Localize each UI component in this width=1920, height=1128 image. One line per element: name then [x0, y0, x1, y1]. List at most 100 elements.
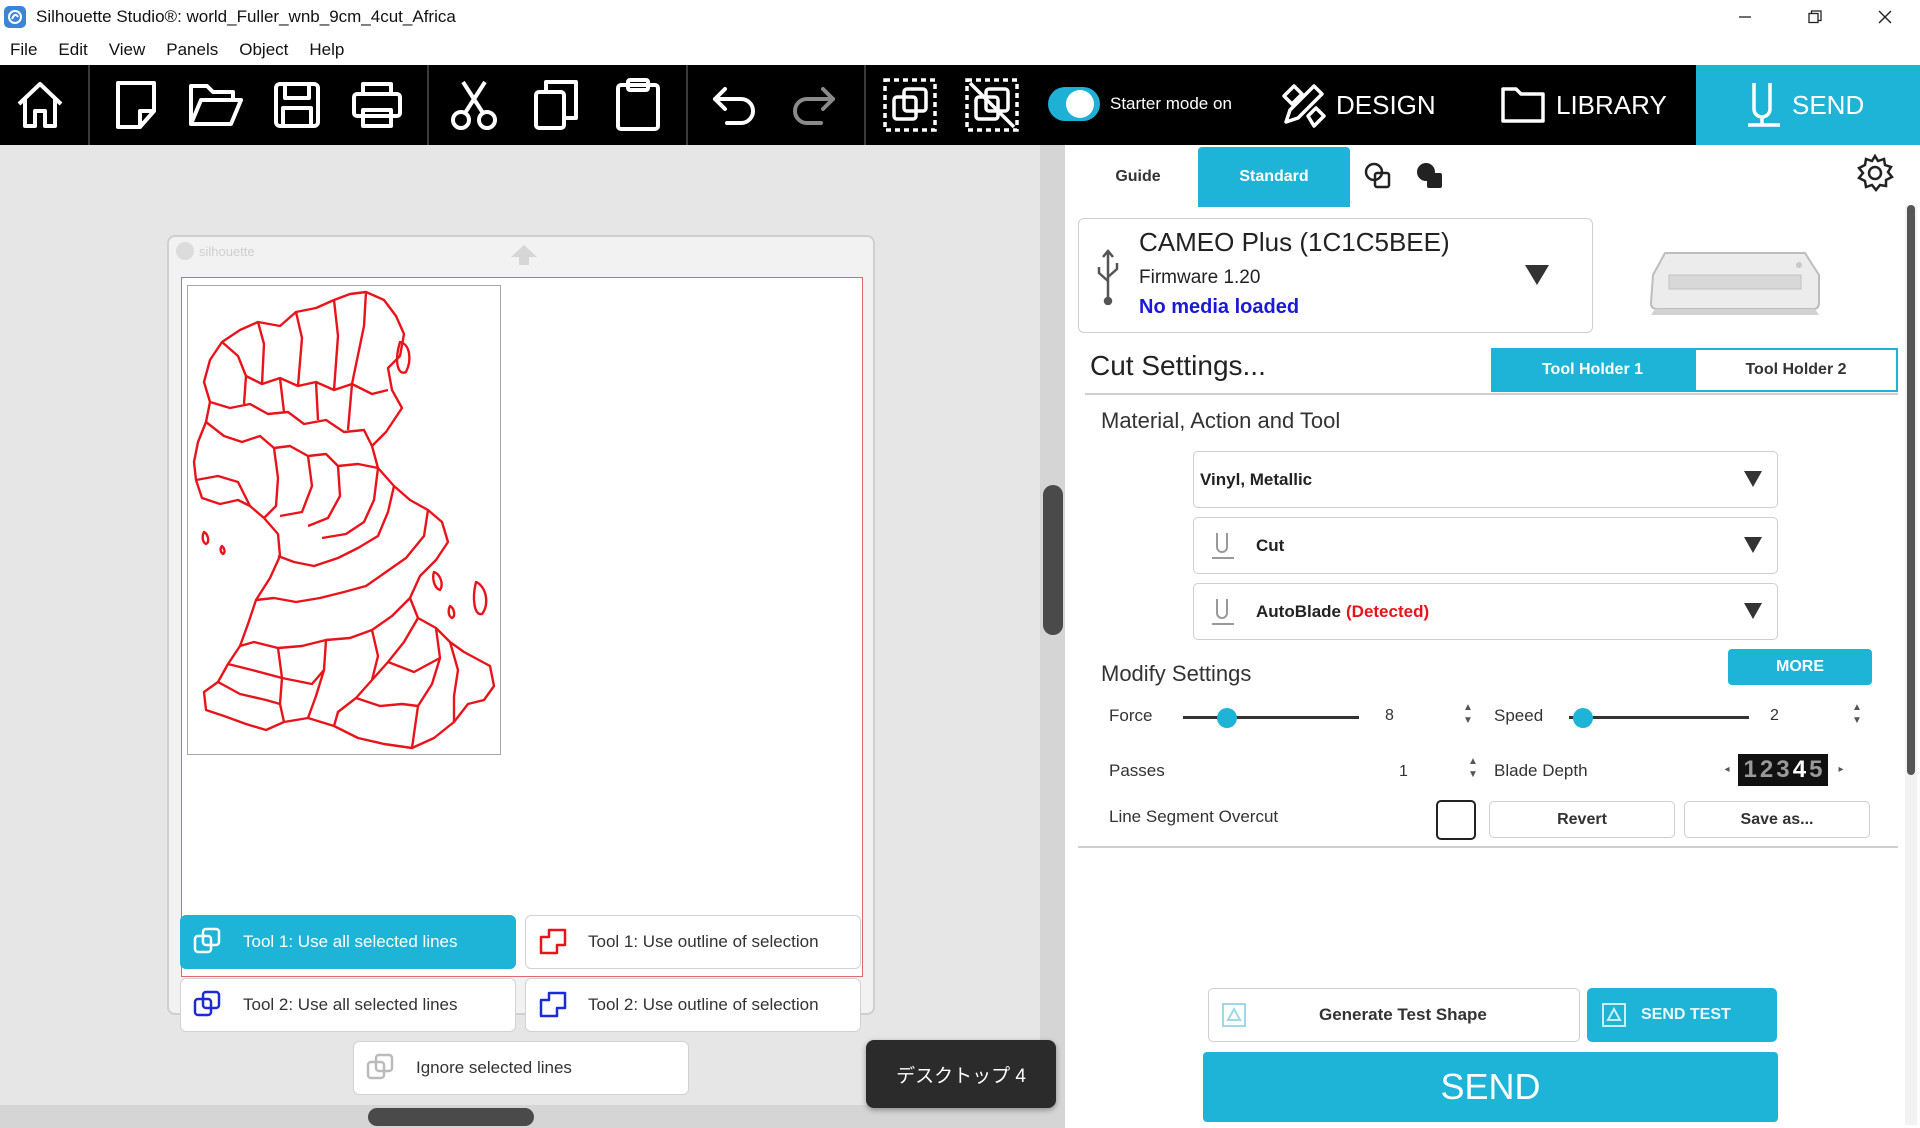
send-panel-scrollbar[interactable]: [1905, 205, 1917, 1125]
action-by-fill-button[interactable]: [1415, 161, 1445, 196]
print-button[interactable]: [337, 65, 417, 145]
ungroup-button[interactable]: [952, 65, 1032, 145]
blade-depth-digit: 2: [1759, 756, 1774, 783]
title-bar: Silhouette Studio®: world_Fuller_wnb_9cm…: [0, 0, 1920, 34]
tool-value: AutoBlade: [1256, 601, 1341, 621]
tool2-outline-button[interactable]: Tool 2: Use outline of selection: [525, 978, 861, 1032]
tab-design[interactable]: DESIGN: [1280, 65, 1436, 145]
speed-slider-track[interactable]: [1569, 716, 1749, 719]
clipboard-icon: [616, 78, 660, 131]
africa-map-page[interactable]: [187, 285, 501, 755]
menu-help[interactable]: Help: [309, 40, 344, 60]
chevron-down-icon: [1744, 537, 1762, 553]
blade-depth-dial[interactable]: 1 2 3 4 5: [1738, 754, 1828, 786]
material-value: Vinyl, Metallic: [1200, 469, 1313, 489]
ungroup-icon: [965, 78, 1019, 132]
speed-slider-knob[interactable]: [1573, 708, 1594, 728]
design-canvas[interactable]: silhouette Tool 1: Use all selected line…: [0, 145, 1040, 1128]
redo-button[interactable]: [774, 65, 854, 145]
menu-file[interactable]: File: [10, 40, 37, 60]
speed-spinner[interactable]: ▲ ▼: [1851, 701, 1863, 727]
africa-map-outline[interactable]: [188, 286, 500, 754]
tool-detected-status: (Detected): [1346, 601, 1430, 621]
menu-bar: File Edit View Panels Object Help: [0, 34, 1920, 65]
open-button[interactable]: [176, 65, 256, 145]
save-button[interactable]: [257, 65, 337, 145]
menu-edit[interactable]: Edit: [58, 40, 87, 60]
scroll-thumb[interactable]: [368, 1108, 534, 1126]
new-document-button[interactable]: [96, 65, 176, 145]
more-button[interactable]: MORE: [1728, 649, 1872, 685]
send-button[interactable]: SEND: [1203, 1052, 1778, 1122]
generate-test-shape-button[interactable]: Generate Test Shape: [1208, 988, 1580, 1042]
desktop-tooltip: デスクトップ 4: [866, 1040, 1056, 1108]
action-select[interactable]: Cut: [1193, 517, 1778, 574]
force-slider-track[interactable]: [1183, 716, 1359, 719]
force-slider-knob[interactable]: [1217, 708, 1237, 728]
overcut-label: Line Segment Overcut: [1109, 807, 1279, 826]
passes-label: Passes: [1109, 761, 1165, 780]
canvas-horizontal-scrollbar[interactable]: [0, 1105, 1040, 1128]
overcut-checkbox[interactable]: [1436, 800, 1476, 840]
canvas-vertical-scrollbar[interactable]: [1040, 145, 1065, 1128]
home-button[interactable]: [0, 65, 80, 145]
copy-icon: [534, 80, 578, 130]
minimize-button[interactable]: [1710, 0, 1780, 34]
paste-button[interactable]: [598, 65, 678, 145]
toggle-switch[interactable]: [1048, 87, 1100, 121]
tab-library[interactable]: LIBRARY: [1500, 65, 1667, 145]
main-toolbar: Starter mode on DESIGN LIBRARY SEND: [0, 65, 1920, 145]
tab-tool-holder-1[interactable]: Tool Holder 1: [1491, 348, 1694, 392]
passes-spinner[interactable]: ▲ ▼: [1467, 755, 1479, 781]
chevron-down-icon[interactable]: [1524, 264, 1550, 286]
blade-depth-digit: 5: [1809, 756, 1823, 783]
blade-depth-label: Blade Depth: [1494, 761, 1588, 780]
send-settings-button[interactable]: [1855, 153, 1895, 198]
tab-standard[interactable]: Standard: [1198, 147, 1350, 207]
restore-icon: [1808, 10, 1822, 24]
printer-icon: [352, 82, 402, 128]
starter-mode-toggle[interactable]: Starter mode on: [1048, 87, 1232, 121]
force-spinner[interactable]: ▲ ▼: [1462, 701, 1474, 727]
restore-button[interactable]: [1780, 0, 1850, 34]
tab-tool-holder-2[interactable]: Tool Holder 2: [1694, 348, 1898, 392]
gear-icon: [1857, 153, 1894, 193]
blade-icon: [1212, 532, 1234, 559]
all-lines-icon: [193, 990, 221, 1017]
device-selector[interactable]: CAMEO Plus (1C1C5BEE) Firmware 1.20 No m…: [1078, 218, 1593, 333]
tool2-all-lines-button[interactable]: Tool 2: Use all selected lines: [180, 978, 516, 1032]
silhouette-app-icon: [4, 6, 26, 28]
blade-depth-decrease[interactable]: ◂: [1721, 763, 1733, 776]
tab-send[interactable]: SEND: [1696, 65, 1920, 145]
copy-button[interactable]: [516, 65, 596, 145]
tool1-all-lines-button[interactable]: Tool 1: Use all selected lines: [180, 915, 516, 969]
undo-icon: [713, 87, 755, 125]
speed-value: 2: [1770, 707, 1779, 724]
scroll-thumb[interactable]: [1043, 485, 1063, 635]
menu-object[interactable]: Object: [239, 40, 288, 60]
tool1-outline-button[interactable]: Tool 1: Use outline of selection: [525, 915, 861, 969]
tab-guide[interactable]: Guide: [1093, 147, 1183, 207]
close-button[interactable]: [1850, 0, 1920, 34]
cut-button[interactable]: [434, 65, 514, 145]
save-as-button[interactable]: Save as...: [1684, 801, 1870, 838]
mat-brand-label: silhouette: [199, 243, 255, 259]
undo-button[interactable]: [694, 65, 774, 145]
menu-view[interactable]: View: [109, 40, 146, 60]
action-by-line-button[interactable]: [1363, 161, 1393, 196]
tool2-outline-label: Tool 2: Use outline of selection: [588, 995, 819, 1014]
outline-icon: [539, 991, 567, 1018]
force-value: 8: [1385, 707, 1394, 724]
tab-send-label: SEND: [1792, 89, 1865, 120]
action-value: Cut: [1256, 535, 1285, 555]
ignore-lines-label: Ignore selected lines: [416, 1058, 572, 1077]
send-test-button[interactable]: SEND TEST: [1587, 988, 1777, 1042]
ignore-lines-button[interactable]: Ignore selected lines: [353, 1041, 689, 1095]
scroll-thumb[interactable]: [1907, 205, 1915, 775]
tool-select[interactable]: AutoBlade (Detected): [1193, 583, 1778, 640]
material-select[interactable]: Vinyl, Metallic: [1193, 451, 1778, 508]
menu-panels[interactable]: Panels: [166, 40, 218, 60]
blade-depth-increase[interactable]: ▸: [1835, 763, 1847, 776]
revert-button[interactable]: Revert: [1489, 801, 1675, 838]
group-button[interactable]: [870, 65, 950, 145]
